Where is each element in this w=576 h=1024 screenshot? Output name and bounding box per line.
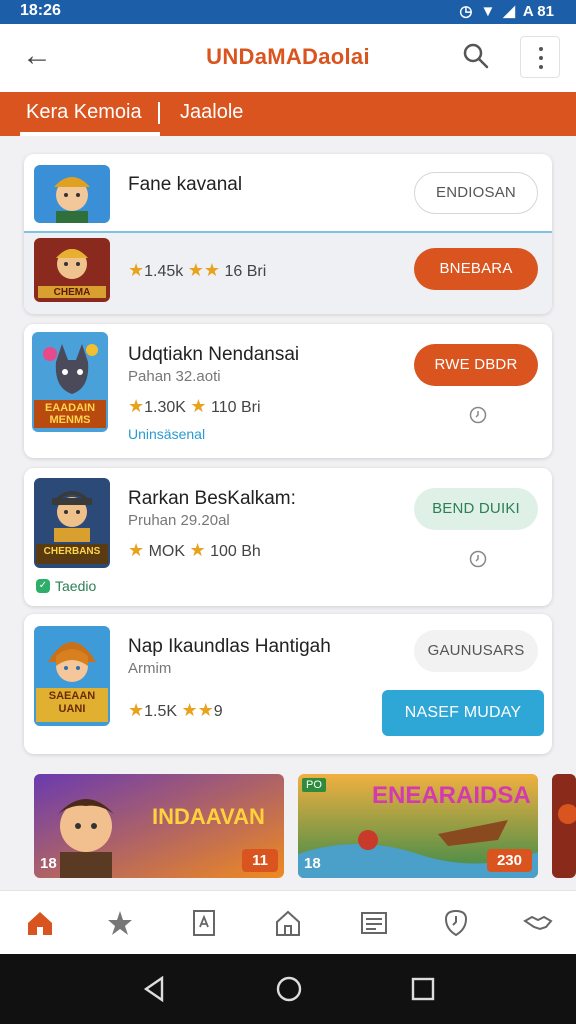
list-icon[interactable] — [358, 907, 390, 939]
bookmark-icon[interactable] — [188, 907, 220, 939]
back-triangle-icon[interactable] — [140, 974, 170, 1004]
rating-secondary: 16 Bri — [224, 263, 267, 280]
game-name: Nap Ikaundlas Hantigah — [128, 636, 331, 657]
game-rating: ★1.5K ★★9 — [128, 700, 223, 721]
game-name: Udqtiakn Nendansai — [128, 344, 300, 365]
star-icon: ★ — [128, 540, 145, 560]
status-time: 18:26 — [20, 2, 61, 19]
tab-divider — [158, 102, 160, 124]
signal-icon: ◢ — [503, 3, 515, 20]
tab-bar: Kera Kemoia Jaalole — [0, 92, 576, 136]
star-icon: ★ — [189, 540, 206, 560]
wifi-icon: ▼ — [480, 2, 496, 20]
star-icon: ★★ — [187, 260, 221, 280]
featured-banner-1[interactable]: INDAAVAN 18 11 — [34, 774, 284, 878]
status-right-text: A 81 — [522, 2, 554, 20]
game-rating: ★1.30K ★ 110 Bri — [128, 396, 261, 417]
featured-banner-2[interactable]: PO ENEARAIDSA 18 230 — [298, 774, 538, 878]
thumbnail-caption: CHEMA — [53, 287, 91, 298]
game-thumbnail: EAADAIN MENMS — [32, 332, 108, 432]
tab-kera-kemoia[interactable]: Kera Kemoia — [26, 101, 142, 124]
star-icon: ★ — [190, 396, 207, 416]
home-circle-icon[interactable] — [274, 974, 304, 1004]
banner-title: INDAAVAN — [152, 804, 265, 829]
banner-right-number: 11 — [242, 849, 278, 872]
endiosan-button[interactable]: ENDIOSAN — [414, 172, 538, 214]
banner-chip: PO — [302, 778, 326, 792]
bottom-navigation — [0, 890, 576, 954]
star-icon[interactable] — [104, 907, 136, 939]
rating-secondary: 100 Bh — [210, 543, 261, 560]
app-bar: ← UNDaMADaolai — [0, 24, 576, 92]
rating-count: 1.30K — [144, 399, 186, 416]
gaunusars-button[interactable]: GAUNUSARS — [414, 630, 538, 672]
verified-badge: ✓ Taedio — [36, 578, 96, 594]
rating-secondary: 110 Bri — [211, 399, 261, 416]
star-icon: ★★ — [181, 700, 214, 720]
banner-right-number: 230 — [486, 849, 532, 872]
star-icon: ★ — [128, 396, 145, 416]
game-developer: Armim — [128, 660, 172, 677]
clock-icon[interactable] — [440, 907, 472, 939]
more-options-icon[interactable] — [520, 36, 560, 78]
game-card-2[interactable]: EAADAIN MENMS Udqtiakn Nendansai Pahan 3… — [24, 324, 552, 458]
banner-left-number: 18 — [304, 855, 321, 872]
thumbnail-caption: EAADAIN MENMS — [44, 402, 96, 426]
tab-jaalole[interactable]: Jaalole — [180, 101, 243, 124]
star-icon: ★ — [128, 260, 145, 280]
game-developer: Pahan 32.aoti — [128, 368, 221, 385]
handshake-icon[interactable] — [522, 907, 554, 939]
bend-duiki-button[interactable]: BEND DUIKI — [414, 488, 538, 530]
rating-count: MOK — [148, 543, 186, 560]
rating-secondary: 9 — [213, 703, 223, 720]
game-thumbnail: SAEAAN UANI — [34, 626, 110, 726]
game-rating: ★ MOK ★ 100 Bh — [128, 540, 261, 561]
game-name: Fane kavanal — [128, 174, 243, 195]
clock-icon — [469, 550, 487, 568]
system-navigation-bar — [0, 954, 576, 1024]
banner-title: ENEARAIDSA — [372, 782, 531, 809]
banner-left-number: 18 — [40, 855, 57, 872]
game-card-4[interactable]: SAEAAN UANI Nap Ikaundlas Hantigah Armim… — [24, 614, 552, 754]
featured-banner-3[interactable] — [552, 774, 576, 878]
nasef-muday-button[interactable]: NASEF MUDAY — [382, 690, 544, 736]
game-rating: ★1.45k ★★ 16 Bri — [128, 260, 266, 281]
active-tab-indicator — [20, 132, 160, 136]
thumbnail-caption: SAEAAN UANI — [48, 690, 96, 715]
star-icon: ★ — [128, 700, 145, 720]
thumbnail-caption: CHERBANS — [43, 546, 101, 557]
banner-artwork — [552, 774, 576, 878]
badge-label: Taedio — [55, 578, 97, 594]
status-bar: 18:26 ◷ ▼ ◢ A 81 — [0, 0, 576, 24]
rating-count: 1.45k — [144, 263, 184, 280]
game-thumbnail: CHEMA — [34, 238, 110, 302]
search-icon[interactable] — [460, 40, 492, 72]
bnebara-button[interactable]: BNEBARA — [414, 248, 538, 290]
check-icon: ✓ — [36, 579, 50, 593]
rwe-dbdr-button[interactable]: RWE DBDR — [414, 344, 538, 386]
game-card-1[interactable]: Fane kavanal ENDIOSAN CHEMA ★1.45k ★★ 16… — [24, 154, 552, 314]
home-icon[interactable] — [24, 907, 56, 939]
game-card-3[interactable]: CHERBANS ✓ Taedio Rarkan BesKalkam: Pruha… — [24, 468, 552, 606]
game-tagline: Uninsäsenal — [128, 426, 206, 442]
game-thumbnail: CHERBANS — [34, 478, 110, 568]
rating-count: 1.5K — [144, 703, 178, 720]
game-name: Rarkan BesKalkam: — [128, 488, 296, 509]
alarm-icon: ◷ — [459, 3, 473, 20]
game-thumbnail — [34, 165, 110, 223]
store-icon[interactable] — [272, 907, 304, 939]
status-icons: ◷ ▼ ◢ A 81 — [459, 2, 554, 21]
clock-icon — [469, 406, 487, 424]
recents-square-icon[interactable] — [408, 974, 438, 1004]
game-developer: Pruhan 29.20al — [128, 512, 230, 529]
